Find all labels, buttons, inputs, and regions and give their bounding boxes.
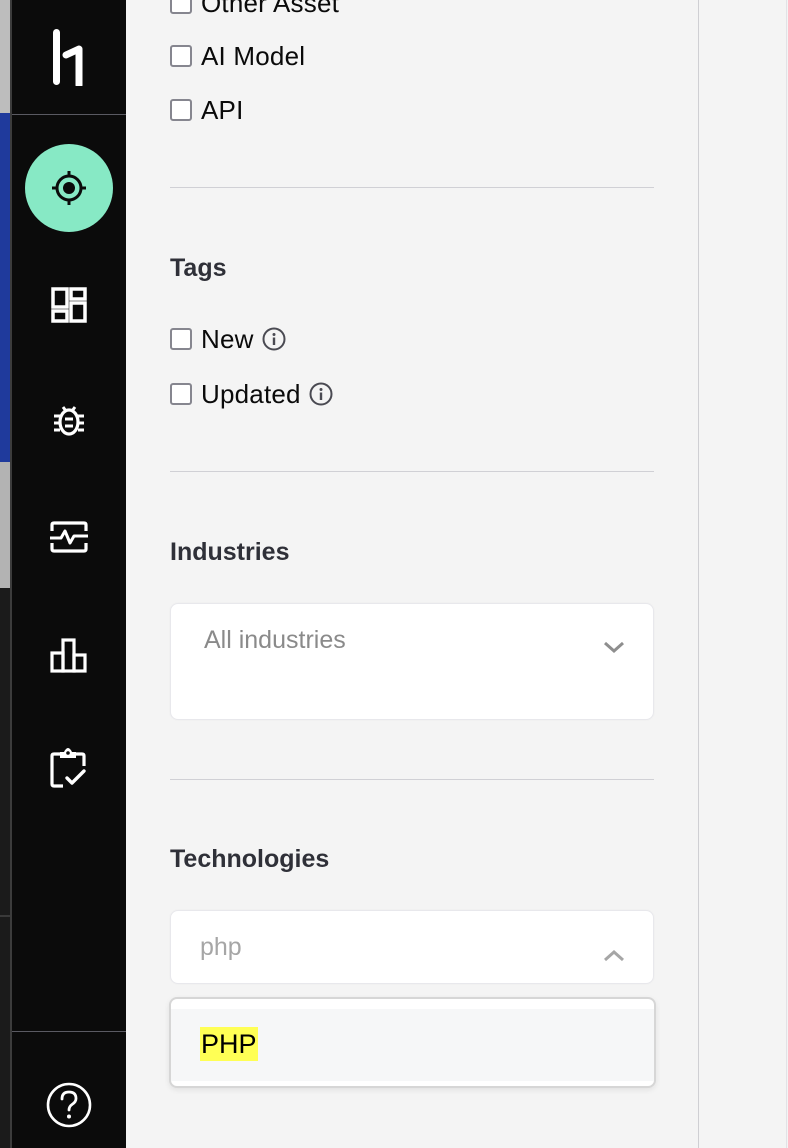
checkbox[interactable]: [170, 45, 192, 67]
section-divider: [170, 187, 654, 188]
background-window-edge: [0, 0, 10, 1148]
nav-item-tasks[interactable]: [12, 724, 126, 812]
industries-select[interactable]: All industries: [170, 603, 654, 720]
activity-monitor-icon: [50, 521, 88, 553]
nav-item-activity[interactable]: [12, 493, 126, 581]
section-title-industries: Industries: [170, 538, 290, 566]
dashboard-icon: [51, 287, 87, 323]
checkbox-label: Updated: [201, 378, 301, 409]
filter-panel: Other Asset AI Model API Tags New Update…: [126, 0, 698, 1148]
section-title-tags: Tags: [170, 254, 227, 282]
sidebar-separator: [12, 114, 126, 115]
info-icon[interactable]: [262, 327, 286, 351]
chevron-down-icon: [604, 641, 624, 654]
industries-select-value: All industries: [204, 626, 346, 654]
checkbox-label: API: [201, 94, 244, 125]
clipboard-check-icon: [50, 748, 86, 788]
dropdown-option-php[interactable]: PHP: [171, 1009, 654, 1081]
sidebar: [12, 0, 126, 1148]
nav-item-analytics[interactable]: [12, 611, 126, 699]
filter-asset-ai-model[interactable]: AI Model: [170, 41, 305, 71]
info-icon[interactable]: [309, 382, 333, 406]
checkbox-label: Other Asset: [201, 0, 340, 18]
filter-asset-api[interactable]: API: [170, 95, 244, 125]
option-label-highlighted: PHP: [200, 1027, 258, 1061]
nav-item-dashboard[interactable]: [12, 261, 126, 349]
technologies-search-input[interactable]: php: [200, 933, 242, 962]
help-button[interactable]: [12, 1070, 126, 1140]
technologies-combobox[interactable]: php: [170, 910, 654, 984]
main-content-area: [699, 0, 788, 1148]
filter-tag-updated[interactable]: Updated: [170, 379, 333, 409]
content-edge: [786, 0, 787, 1148]
nav-item-vulnerabilities[interactable]: [12, 376, 126, 464]
bar-chart-icon: [50, 638, 87, 673]
checkbox[interactable]: [170, 0, 192, 14]
checkbox[interactable]: [170, 328, 192, 350]
section-title-technologies: Technologies: [170, 845, 330, 873]
section-divider: [170, 779, 654, 780]
crosshair-icon: [52, 171, 86, 205]
checkbox[interactable]: [170, 383, 192, 405]
hackerone-logo[interactable]: [12, 0, 126, 114]
bug-icon: [54, 406, 84, 436]
filter-tag-new[interactable]: New: [170, 324, 286, 354]
help-circle-icon: [46, 1082, 92, 1128]
sidebar-separator: [12, 1031, 126, 1032]
nav-item-targets[interactable]: [12, 144, 126, 232]
section-divider: [170, 471, 654, 472]
filter-asset-other[interactable]: Other Asset: [170, 0, 339, 18]
technologies-dropdown: PHP: [169, 997, 656, 1088]
checkbox[interactable]: [170, 99, 192, 121]
chevron-up-icon: [604, 949, 624, 962]
checkbox-label: AI Model: [201, 40, 306, 71]
checkbox-label: New: [201, 323, 254, 354]
